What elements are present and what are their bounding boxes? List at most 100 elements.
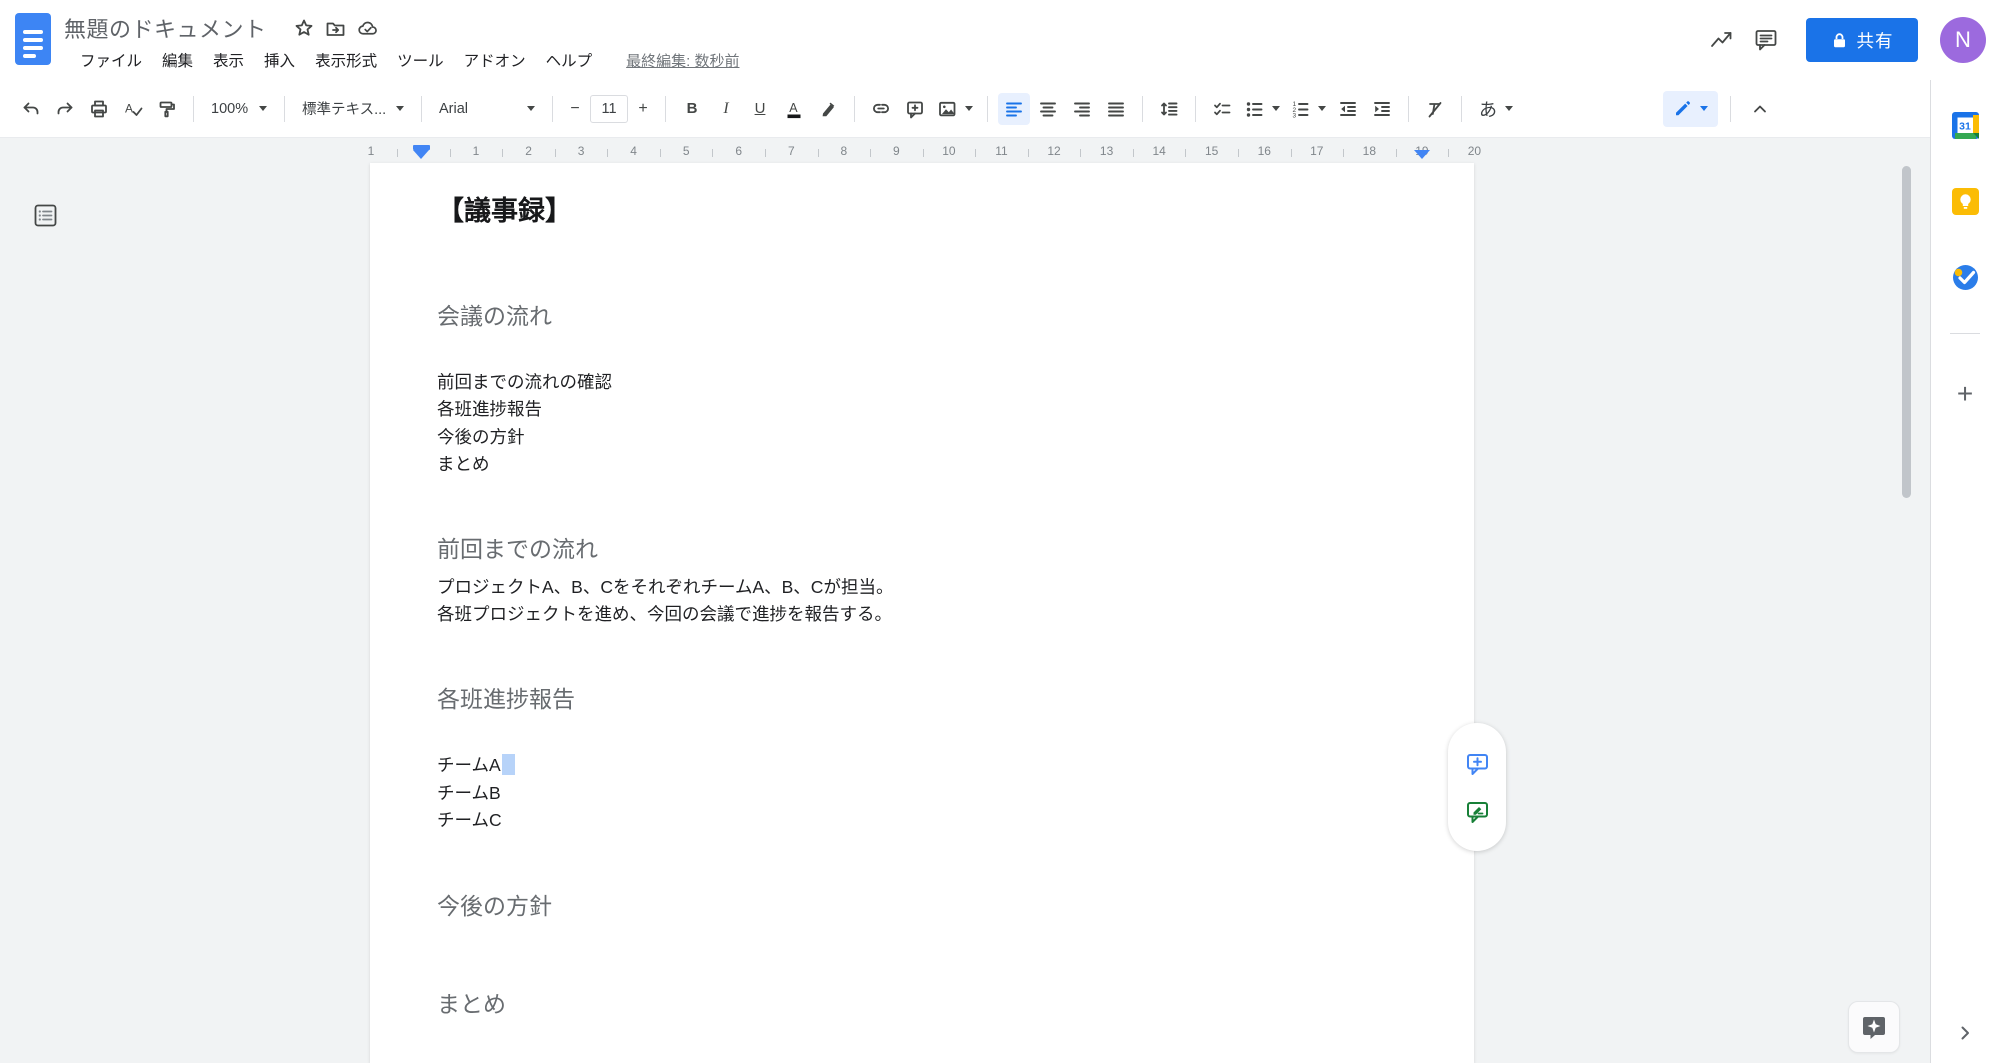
doc-line[interactable]: 各班進捗報告	[437, 396, 1434, 423]
align-left-button[interactable]	[998, 93, 1030, 125]
hide-side-panel-icon[interactable]	[1950, 1018, 1980, 1048]
account-avatar[interactable]: N	[1940, 17, 1986, 63]
hide-menus-button[interactable]	[1744, 93, 1776, 125]
doc-heading-summary[interactable]: まとめ	[437, 989, 1434, 1019]
document-body: 【議事録】 会議の流れ 前回までの流れの確認 各班進捗報告 今後の方針 まとめ …	[370, 193, 1474, 1019]
ruler-tick	[1080, 149, 1081, 157]
document-page[interactable]: 【議事録】 会議の流れ 前回までの流れの確認 各班進捗報告 今後の方針 まとめ …	[370, 163, 1474, 1063]
doc-line-team-b[interactable]: チームB	[437, 780, 1434, 807]
ruler-tick	[1396, 149, 1397, 157]
vertical-scrollbar-thumb[interactable]	[1902, 166, 1911, 498]
last-edit-link[interactable]: 最終編集: 数秒前	[626, 50, 739, 71]
doc-line-team-a[interactable]: チームA	[437, 752, 1434, 779]
doc-paragraph-teams[interactable]: チームA チームB チームC	[437, 752, 1434, 834]
zoom-select[interactable]: 100%	[203, 93, 275, 125]
document-outline-icon[interactable]	[30, 200, 60, 230]
undo-button[interactable]	[15, 93, 47, 125]
redo-button[interactable]	[49, 93, 81, 125]
add-comment-button[interactable]	[899, 93, 931, 125]
paint-format-button[interactable]	[151, 93, 183, 125]
explore-button[interactable]	[1848, 1001, 1900, 1053]
increase-indent-button[interactable]	[1366, 93, 1398, 125]
doc-line[interactable]: 前回までの流れの確認	[437, 369, 1434, 396]
chevron-down-icon	[259, 106, 267, 111]
menu-tools[interactable]: ツール	[387, 46, 454, 74]
doc-paragraph-previous[interactable]: プロジェクトA、B、CをそれぞれチームA、B、Cが担当。 各班プロジェクトを進め…	[437, 574, 1434, 629]
bulleted-list-button[interactable]	[1240, 93, 1284, 125]
doc-line[interactable]: 各班プロジェクトを進め、今回の会議で進捗を報告する。	[437, 601, 1434, 628]
suggest-edits-fab-icon[interactable]	[1460, 794, 1494, 828]
numbered-list-button[interactable]: 123	[1286, 93, 1330, 125]
decrease-indent-button[interactable]	[1332, 93, 1364, 125]
font-size-input[interactable]: 11	[590, 95, 628, 123]
insert-link-button[interactable]	[865, 93, 897, 125]
doc-line-team-c[interactable]: チームC	[437, 807, 1434, 834]
menu-addons[interactable]: アドオン	[454, 46, 536, 74]
insert-image-button[interactable]	[933, 93, 977, 125]
ruler-tick	[870, 149, 871, 157]
docs-logo[interactable]	[15, 13, 51, 65]
ruler-number: 4	[630, 144, 637, 158]
ruler[interactable]: 1 1234567891011121314151617181920	[0, 142, 1930, 162]
menu-edit[interactable]: 編集	[152, 46, 203, 74]
ruler-tick	[818, 149, 819, 157]
doc-heading-agenda[interactable]: 会議の流れ	[437, 301, 1434, 331]
input-tools-button[interactable]: あ	[1472, 93, 1520, 125]
doc-line[interactable]: 今後の方針	[437, 424, 1434, 451]
ruler-number: 5	[683, 144, 690, 158]
chevron-down-icon	[396, 106, 404, 111]
toolbar-divider	[193, 96, 194, 122]
star-icon[interactable]	[293, 17, 315, 39]
line-spacing-button[interactable]	[1153, 93, 1185, 125]
font-select[interactable]: Arial	[431, 93, 543, 125]
menu-format[interactable]: 表示形式	[305, 46, 387, 74]
get-addons-button[interactable]: +	[1957, 378, 1973, 410]
menu-insert[interactable]: 挿入	[254, 46, 305, 74]
google-tasks-icon[interactable]	[1950, 262, 1980, 292]
google-docs-app: { "colors": { "accent": "#1a73e8", "shar…	[0, 0, 1999, 1063]
doc-heading-policy[interactable]: 今後の方針	[437, 891, 1434, 921]
print-button[interactable]	[83, 93, 115, 125]
text-color-button[interactable]: A	[778, 93, 810, 125]
doc-heading-title[interactable]: 【議事録】	[437, 193, 1434, 229]
underline-button[interactable]: U	[744, 93, 776, 125]
clear-formatting-button[interactable]	[1419, 93, 1451, 125]
menu-file[interactable]: ファイル	[70, 46, 152, 74]
document-title-input[interactable]: 無題のドキュメント	[64, 12, 267, 44]
ruler-tick	[923, 149, 924, 157]
left-indent-marker[interactable]	[413, 145, 430, 161]
document-stats-icon[interactable]	[1700, 18, 1744, 62]
checklist-button[interactable]	[1206, 93, 1238, 125]
ruler-number: 13	[1100, 144, 1113, 158]
doc-line[interactable]: プロジェクトA、B、CをそれぞれチームA、B、Cが担当。	[437, 574, 1434, 601]
decrease-font-size-button[interactable]: −	[563, 93, 587, 125]
google-keep-icon[interactable]	[1950, 186, 1980, 216]
menu-view[interactable]: 表示	[203, 46, 254, 74]
justify-button[interactable]	[1100, 93, 1132, 125]
right-indent-marker[interactable]	[1414, 150, 1430, 159]
google-calendar-icon[interactable]: 31	[1950, 110, 1980, 140]
increase-font-size-button[interactable]: +	[631, 93, 655, 125]
ruler-tick	[712, 149, 713, 157]
bold-button[interactable]: B	[676, 93, 708, 125]
open-comments-icon[interactable]	[1744, 18, 1788, 62]
italic-button[interactable]: I	[710, 93, 742, 125]
doc-heading-previous[interactable]: 前回までの流れ	[437, 534, 1434, 564]
share-label: 共有	[1857, 28, 1894, 53]
share-button[interactable]: 共有	[1806, 18, 1918, 62]
spell-check-button[interactable]: A	[117, 93, 149, 125]
docs-logo-line	[23, 54, 36, 58]
editing-mode-button[interactable]	[1663, 91, 1718, 127]
move-to-folder-icon[interactable]	[325, 17, 347, 39]
paragraph-style-select[interactable]: 標準テキス...	[294, 93, 412, 125]
menu-help[interactable]: ヘルプ	[536, 46, 603, 74]
align-center-button[interactable]	[1032, 93, 1064, 125]
ruler-number: 15	[1205, 144, 1218, 158]
doc-paragraph-agenda[interactable]: 前回までの流れの確認 各班進捗報告 今後の方針 まとめ	[437, 369, 1434, 479]
align-right-button[interactable]	[1066, 93, 1098, 125]
highlight-color-button[interactable]	[812, 93, 844, 125]
doc-heading-progress[interactable]: 各班進捗報告	[437, 684, 1434, 714]
add-comment-fab-icon[interactable]	[1460, 746, 1494, 780]
cloud-saved-icon[interactable]	[357, 17, 379, 39]
doc-line[interactable]: まとめ	[437, 451, 1434, 478]
